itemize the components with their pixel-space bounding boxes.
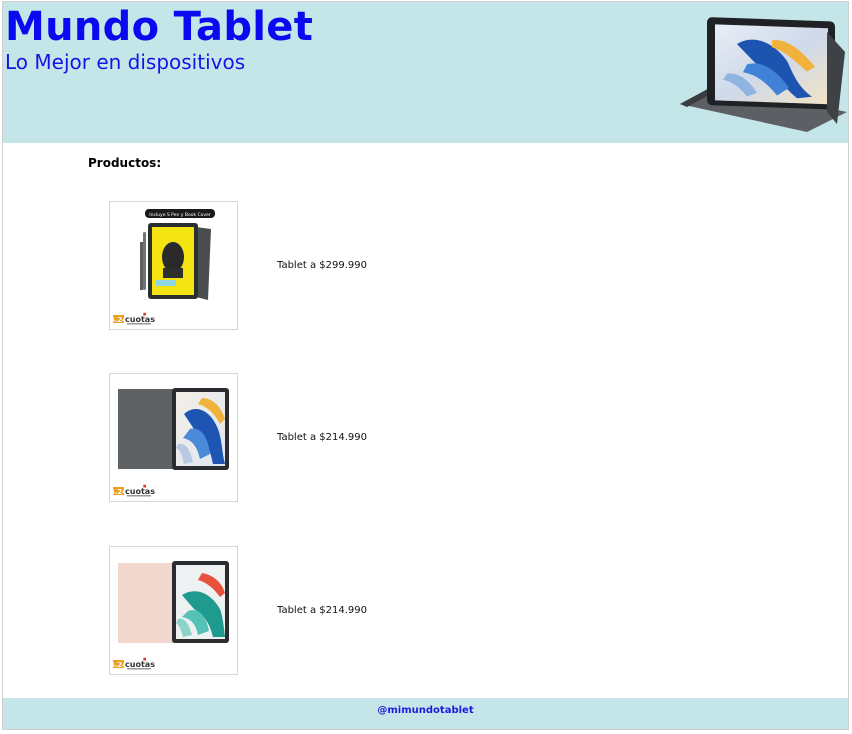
product-image[interactable]: 4.24 ■ cuotas: [109, 373, 238, 502]
product-item: Incluye S Pen y Book Cover 4.24 ■ cuotas…: [109, 201, 809, 330]
site-title: Mundo Tablet: [5, 4, 314, 50]
site-header: Mundo Tablet Lo Mejor en dispositivos: [3, 2, 848, 143]
product-caption: Tablet a $299.990: [277, 260, 367, 271]
product-image[interactable]: 4.24 ■ cuotas: [109, 546, 238, 675]
product-image[interactable]: Incluye S Pen y Book Cover 4.24 ■ cuotas: [109, 201, 238, 330]
product-item: 4.24 ■ cuotas Tablet a $214.990: [109, 546, 809, 675]
hero-tablet-image: [680, 17, 847, 132]
site-subtitle: Lo Mejor en dispositivos: [5, 50, 246, 74]
tablet-book-cover-yellow-screen-image: Incluye S Pen y Book Cover 4.24 ■ cuotas: [110, 209, 215, 325]
site-footer: @mimundotablet: [3, 698, 848, 729]
tablet-pink-book-cover-image: 4.24 ■ cuotas: [110, 561, 229, 670]
tablet-gray-book-cover-image: 4.24 ■ cuotas: [110, 388, 229, 497]
product-item: 4.24 ■ cuotas Tablet a $214.990: [109, 373, 809, 502]
promo-word: cuotas: [125, 315, 155, 324]
social-handle-link[interactable]: @mimundotablet: [377, 705, 473, 716]
product-caption: Tablet a $214.990: [277, 605, 367, 616]
products-section-label: Productos:: [88, 156, 162, 170]
product-caption: Tablet a $214.990: [277, 432, 367, 443]
promo-word: cuotas: [125, 487, 155, 496]
promo-word: cuotas: [125, 660, 155, 669]
product-badge-text: Incluye S Pen y Book Cover: [149, 212, 211, 218]
